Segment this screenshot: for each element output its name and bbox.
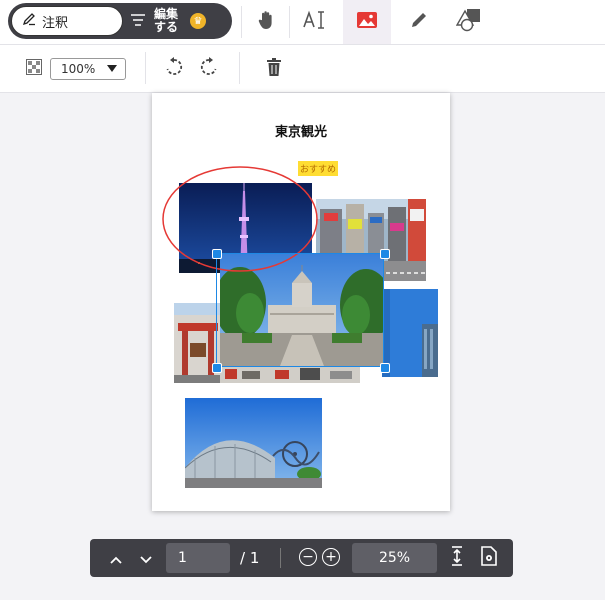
opacity-select[interactable]: 100% (50, 58, 126, 80)
document-page[interactable]: 東京観光 おすすめ (152, 93, 450, 511)
annotate-label: 注釈 (42, 15, 69, 31)
filter-lines-icon (130, 12, 146, 31)
subtoolbar-divider (239, 52, 240, 84)
document-title: 東京観光 (274, 125, 327, 140)
image-icon (357, 12, 377, 32)
delete-button[interactable] (262, 57, 286, 81)
image-tool-button[interactable] (343, 0, 391, 44)
opacity-button[interactable] (22, 57, 46, 81)
crown-icon: ♛ (190, 13, 206, 29)
subtoolbar-divider (145, 52, 146, 84)
page-navigation-bar: 1 / 1 − + 25% (90, 539, 513, 577)
rotate-left-button[interactable] (162, 57, 186, 81)
blue-sky-tower-photo[interactable] (382, 289, 438, 377)
tokyo-dome-city-photo[interactable] (185, 398, 322, 488)
resize-handle-bottom-right[interactable] (380, 363, 390, 373)
chevron-up-icon (110, 549, 122, 568)
image-options-toolbar: 100% (0, 45, 605, 93)
text-tool-button[interactable] (291, 0, 339, 44)
resize-handle-top-left[interactable] (212, 249, 222, 259)
chevron-down-icon (140, 549, 152, 568)
text-cursor-icon (303, 10, 327, 34)
zoom-level-value: 25% (378, 550, 411, 566)
pen-tool-button[interactable] (395, 0, 443, 44)
page-total: / 1 (240, 549, 260, 567)
rotate-left-icon (164, 57, 184, 81)
plus-icon: + (325, 549, 337, 565)
nav-divider (280, 548, 281, 568)
rotate-right-icon (199, 57, 219, 81)
chevron-down-icon (107, 65, 117, 72)
fit-height-icon (450, 546, 464, 570)
previous-page-button[interactable] (104, 546, 128, 570)
resize-handle-bottom-left[interactable] (212, 363, 222, 373)
fit-height-button[interactable] (445, 546, 469, 570)
document-gear-icon (481, 546, 497, 570)
shapes-icon (455, 8, 482, 36)
next-page-button[interactable] (134, 546, 158, 570)
main-toolbar: 注釈 編集する ♛ (0, 0, 605, 45)
resize-handle-top-right[interactable] (380, 249, 390, 259)
annotate-mode-button[interactable]: 注釈 (11, 6, 123, 36)
zoom-level-input[interactable]: 25% (352, 543, 437, 573)
pen-icon (410, 11, 428, 33)
zoom-in-button[interactable]: + (322, 548, 340, 566)
page-number-input[interactable]: 1 (166, 543, 230, 573)
page-settings-button[interactable] (477, 546, 501, 570)
street-strip-photo[interactable] (220, 365, 360, 383)
opacity-value: 100% (61, 62, 96, 76)
zoom-out-button[interactable]: − (299, 548, 317, 566)
shape-tool-button[interactable] (445, 0, 493, 44)
edit-label: 編集する (154, 7, 179, 34)
hand-icon (257, 10, 275, 34)
checkerboard-icon (26, 59, 42, 79)
annotation-ellipse[interactable] (160, 163, 320, 275)
page-number-value: 1 (178, 550, 187, 566)
edit-mode-button[interactable]: 編集する ♛ (130, 3, 206, 39)
minus-icon: − (302, 549, 314, 565)
pencil-icon (22, 12, 36, 30)
trash-icon (266, 58, 282, 80)
hand-tool-button[interactable] (242, 0, 290, 44)
rotate-right-button[interactable] (197, 57, 221, 81)
toolbar-divider (289, 6, 290, 38)
mode-switch: 注釈 編集する ♛ (8, 3, 232, 39)
